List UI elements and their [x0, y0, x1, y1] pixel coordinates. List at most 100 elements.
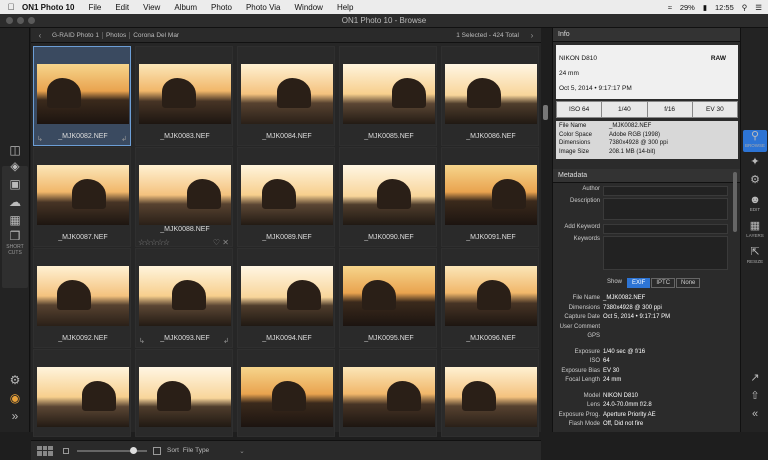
breadcrumb-item[interactable]: G-RAID Photo 1 — [49, 31, 103, 39]
menu-edit[interactable]: Edit — [115, 3, 129, 12]
metadata-header[interactable]: Metadata — [553, 169, 741, 183]
layers-module-button[interactable]: ▦ LAYERS — [743, 220, 767, 242]
photo-thumbnail[interactable] — [445, 165, 537, 225]
thumbnail-cell[interactable] — [339, 349, 437, 437]
rotate-right-icon[interactable]: ↲ — [121, 135, 127, 143]
photo-thumbnail[interactable] — [241, 165, 333, 225]
rotate-left-icon[interactable]: ↳ — [139, 337, 145, 345]
drive-icon[interactable]: ▦ — [4, 212, 26, 228]
chevron-down-icon[interactable]: ⌄ — [239, 447, 244, 455]
photo-thumbnail[interactable] — [139, 165, 231, 225]
rotate-right-icon[interactable]: ↲ — [223, 337, 229, 345]
photo-thumbnail[interactable] — [343, 367, 435, 427]
menu-view[interactable]: View — [143, 3, 160, 12]
menu-photo[interactable]: Photo — [211, 3, 232, 12]
tab-iptc[interactable]: IPTC — [651, 278, 676, 288]
menu-file[interactable]: File — [88, 3, 101, 12]
grid-scrollbar[interactable] — [543, 105, 548, 120]
resize-module-button[interactable]: ⇱ RESIZE — [743, 246, 767, 268]
close-window-button[interactable] — [6, 17, 13, 24]
app-menu[interactable]: ON1 Photo 10 — [22, 3, 74, 12]
rotate-left-icon[interactable]: ↳ — [37, 135, 43, 143]
back-arrow-icon[interactable]: ‹ — [31, 31, 49, 40]
thumbnail-size-slider[interactable] — [77, 446, 147, 454]
effects-module-button[interactable]: ⚙ — [743, 174, 767, 196]
menu-help[interactable]: Help — [337, 3, 353, 12]
thumbnail-cell[interactable]: _MJK0088.NEF ☆☆☆☆☆ ♡ ✕ — [135, 147, 233, 247]
thumbnail-cell[interactable]: _MJK0086.NEF — [441, 46, 539, 146]
photo-thumbnail[interactable] — [37, 367, 129, 427]
collapse-icon[interactable]: » — [4, 408, 26, 424]
thumbnail-cell[interactable]: _MJK0085.NEF — [339, 46, 437, 146]
sort-select[interactable]: File Type — [183, 447, 209, 454]
thumbnail-cell[interactable] — [33, 349, 131, 437]
thumbnail-cell[interactable]: _MJK0093.NEF ↳ ↲ — [135, 248, 233, 348]
thumbnail-cell[interactable]: _MJK0087.NEF — [33, 147, 131, 247]
photo-thumbnail[interactable] — [37, 165, 129, 225]
thumbnail-cell[interactable] — [441, 349, 539, 437]
minimize-window-button[interactable] — [17, 17, 24, 24]
edit-module-button[interactable]: ☻ EDIT — [743, 194, 767, 216]
photo-thumbnail[interactable] — [139, 64, 231, 124]
thumbnail-cell[interactable]: _MJK0090.NEF — [339, 147, 437, 247]
slider-knob[interactable] — [129, 446, 137, 454]
photo-thumbnail[interactable] — [343, 64, 435, 124]
thumbnail-cell[interactable]: _MJK0084.NEF — [237, 46, 335, 146]
thumbnail-cell[interactable]: _MJK0096.NEF — [441, 248, 539, 348]
small-thumb-icon[interactable] — [63, 447, 69, 454]
thumbnail-cell[interactable]: _MJK0083.NEF — [135, 46, 233, 146]
menu-photo-via[interactable]: Photo Via — [246, 3, 281, 12]
battery-icon[interactable]: ▮ — [703, 3, 707, 12]
apple-icon[interactable]:  — [0, 2, 22, 12]
photo-thumbnail[interactable] — [139, 266, 231, 326]
menu-icon[interactable]: ☰ — [755, 3, 762, 12]
folder-icon[interactable]: ▣ — [4, 176, 26, 192]
computer-icon[interactable]: ◫ — [4, 142, 26, 158]
cloud-icon[interactable]: ☁ — [4, 194, 26, 210]
photo-thumbnail[interactable] — [241, 367, 333, 427]
photo-thumbnail[interactable] — [37, 266, 129, 326]
thumbnail-cell[interactable]: _MJK0089.NEF — [237, 147, 335, 247]
grid-view-icon[interactable] — [37, 445, 53, 456]
thumbnail-cell[interactable]: _MJK0092.NEF — [33, 248, 131, 348]
thumbnail-cell[interactable]: _MJK0082.NEF ↳ ↲ — [33, 46, 131, 146]
large-thumb-icon[interactable] — [153, 446, 161, 455]
shortcuts-icon[interactable]: ❒ — [4, 228, 26, 244]
photo-thumbnail[interactable] — [445, 266, 537, 326]
thumbnail-cell[interactable] — [135, 349, 233, 437]
panel-scrollbar[interactable] — [733, 172, 737, 232]
photo-thumbnail[interactable] — [343, 165, 435, 225]
photo-thumbnail[interactable] — [241, 266, 333, 326]
zoom-window-button[interactable] — [28, 17, 35, 24]
photo-thumbnail[interactable] — [139, 367, 231, 427]
metadata-input[interactable] — [603, 186, 728, 196]
tab-exif[interactable]: EXIF — [627, 278, 651, 288]
metadata-input[interactable] — [603, 224, 728, 234]
camera-icon[interactable]: ◈ — [4, 158, 26, 174]
search-icon[interactable]: ⚲ — [742, 3, 748, 12]
breadcrumb-item[interactable]: Photos — [103, 31, 131, 39]
photo-thumbnail[interactable] — [241, 64, 333, 124]
star-rating[interactable]: ☆☆☆☆☆ — [138, 238, 170, 247]
help-icon[interactable]: ◉ — [4, 390, 26, 406]
thumbnail-cell[interactable]: _MJK0091.NEF — [441, 147, 539, 247]
menu-window[interactable]: Window — [294, 3, 322, 12]
breadcrumb-item[interactable]: Corona Del Mar — [130, 32, 182, 39]
photo-thumbnail[interactable] — [445, 367, 537, 427]
collapse-right-icon[interactable]: « — [743, 408, 767, 430]
clock[interactable]: 12:55 — [715, 3, 734, 12]
thumbnail-cell[interactable]: _MJK0095.NEF — [339, 248, 437, 348]
menu-album[interactable]: Album — [174, 3, 197, 12]
metadata-input[interactable] — [603, 198, 728, 220]
gear-icon[interactable]: ⚙ — [4, 372, 26, 388]
browse-module-button[interactable]: ⚲ BROWSE — [743, 130, 767, 152]
forward-arrow-icon[interactable]: › — [523, 31, 541, 40]
thumbnail-cell[interactable] — [237, 349, 335, 437]
photo-thumbnail[interactable] — [343, 266, 435, 326]
thumbnail-cell[interactable]: _MJK0094.NEF — [237, 248, 335, 348]
photo-thumbnail[interactable] — [445, 64, 537, 124]
photo-thumbnail[interactable] — [37, 64, 129, 124]
wifi-icon[interactable]: ≈ — [668, 3, 672, 12]
tab-none[interactable]: None — [676, 278, 701, 288]
heart-icon[interactable]: ♡ ✕ — [213, 238, 229, 247]
